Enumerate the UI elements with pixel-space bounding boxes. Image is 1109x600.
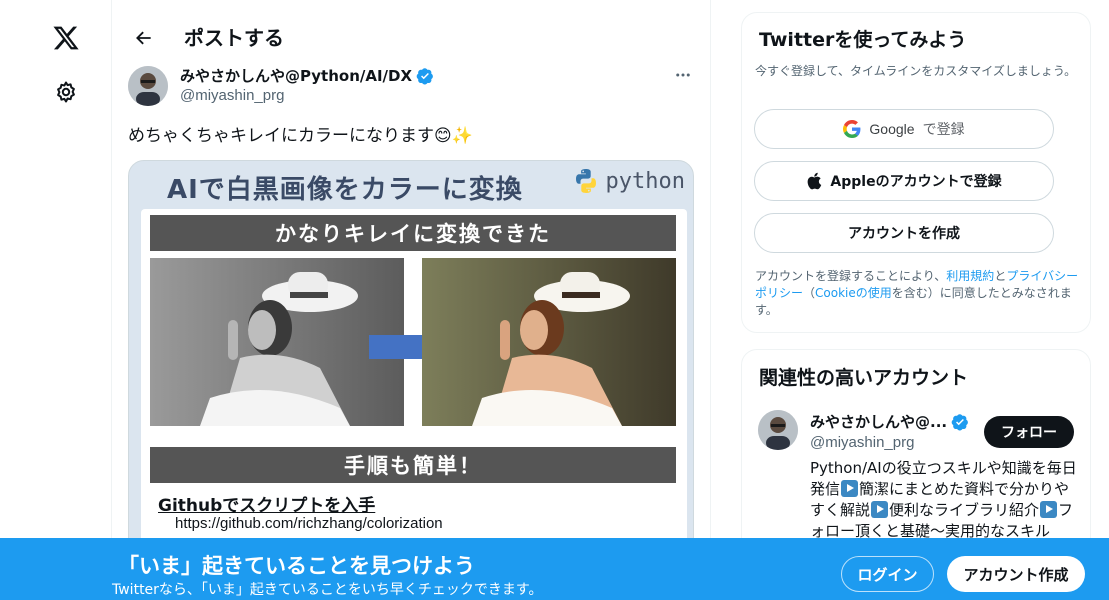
verified-badge-icon	[416, 67, 433, 84]
post-text: めちゃくちゃキレイにカラーになります😊✨	[128, 126, 473, 146]
colorized-photo	[422, 258, 676, 426]
signup-card-title: Twitterを使ってみよう	[759, 29, 967, 51]
apple-signup-label: Appleのアカウントで登録	[830, 174, 1002, 190]
create-account-button[interactable]: アカウントを作成	[754, 213, 1054, 253]
avatar[interactable]	[758, 410, 798, 450]
google-signup-button[interactable]: Google で登録	[754, 109, 1054, 149]
bottom-signup-bar: 「いま」起きていることを見つけよう Twitterなら、「いま」起きていることを…	[0, 538, 1109, 600]
play-button-icon	[1040, 501, 1058, 518]
play-button-icon	[871, 501, 889, 518]
play-button-icon	[841, 480, 859, 497]
gear-icon[interactable]	[44, 70, 88, 114]
github-url: https://github.com/richzhang/colorizatio…	[175, 515, 443, 532]
arrow-left-icon[interactable]	[126, 20, 162, 56]
github-title: Githubでスクリプトを入手	[158, 496, 376, 516]
related-account-bio: Python/AIの役立つスキルや知識を毎日発信 簡潔にまとめた資料で分かりやすく…	[810, 458, 1080, 542]
related-accounts-title: 関連性の高いアカウント	[759, 367, 969, 389]
left-nav	[0, 0, 112, 600]
media-panel: かなりキレイに変換できた 手順も簡単！ Githubでスクリプトを入手 http…	[141, 209, 687, 579]
main-column: ポストする みやさかしんや@Python/AI/DX @miyashin_prg…	[112, 0, 711, 600]
signup-card-subtitle: 今すぐ登録して、タイムラインをカスタマイズしましょう。	[755, 64, 1077, 78]
apple-icon	[808, 172, 822, 190]
related-account-handle[interactable]: @miyashin_prg	[810, 434, 914, 451]
more-options-icon[interactable]	[672, 64, 694, 86]
author-name-text[interactable]: みやさかしんや@Python/AI/DX	[180, 65, 412, 86]
x-logo-icon[interactable]	[44, 16, 88, 60]
bottom-bar-subtitle: Twitterなら、「いま」起きていることをいち早くチェックできます。	[112, 582, 543, 598]
page: ポストする みやさかしんや@Python/AI/DX @miyashin_prg…	[0, 0, 1109, 600]
post-author-name[interactable]: みやさかしんや@Python/AI/DX	[180, 65, 434, 86]
login-button[interactable]: ログイン	[841, 556, 934, 592]
cookie-link[interactable]: Cookieの使用	[815, 286, 892, 300]
media-banner-bottom: 手順も簡単！	[150, 447, 676, 483]
bottom-bar-title: 「いま」起きていることを見つけよう	[118, 554, 475, 578]
python-logo: python	[572, 167, 685, 195]
python-icon	[575, 169, 596, 193]
post-author-handle[interactable]: @miyashin_prg	[180, 87, 284, 104]
legal-prefix: アカウントを登録することにより、	[755, 269, 947, 283]
page-title: ポストする	[184, 26, 284, 50]
google-icon	[843, 120, 861, 138]
google-signup-suffix: で登録	[922, 121, 965, 137]
related-name-text[interactable]: みやさかしんや@...	[810, 411, 947, 432]
avatar[interactable]	[128, 66, 168, 106]
page-header: ポストする	[112, 0, 710, 74]
apple-signup-button[interactable]: Appleのアカウントで登録	[754, 161, 1054, 201]
related-account-name[interactable]: みやさかしんや@...	[810, 411, 969, 432]
signup-button[interactable]: アカウント作成	[947, 556, 1085, 592]
create-account-label: アカウントを作成	[848, 226, 960, 242]
media-banner-top: かなりキレイに変換できた	[150, 215, 676, 251]
media-title: AIで白黒画像をカラーに変換	[167, 175, 523, 205]
python-label: python	[605, 168, 685, 194]
terms-link[interactable]: 利用規約	[946, 269, 994, 283]
follow-button[interactable]: フォロー	[984, 416, 1074, 448]
signup-card: Twitterを使ってみよう 今すぐ登録して、タイムラインをカスタマイズしましょ…	[741, 12, 1091, 333]
legal-text: アカウントを登録することにより、利用規約とプライバシーポリシー（Cookieの使…	[755, 268, 1085, 319]
bio-line-3: 便利なライブラリ紹介	[889, 501, 1040, 519]
legal-and: と	[994, 269, 1007, 283]
google-signup-label: Google	[869, 121, 915, 137]
legal-paren: （	[803, 286, 816, 300]
grayscale-photo	[150, 258, 404, 426]
post-media-image[interactable]: AIで白黒画像をカラーに変換 python かなりキレイに変換できた 手順も簡単…	[128, 160, 694, 580]
verified-badge-icon	[951, 413, 968, 430]
